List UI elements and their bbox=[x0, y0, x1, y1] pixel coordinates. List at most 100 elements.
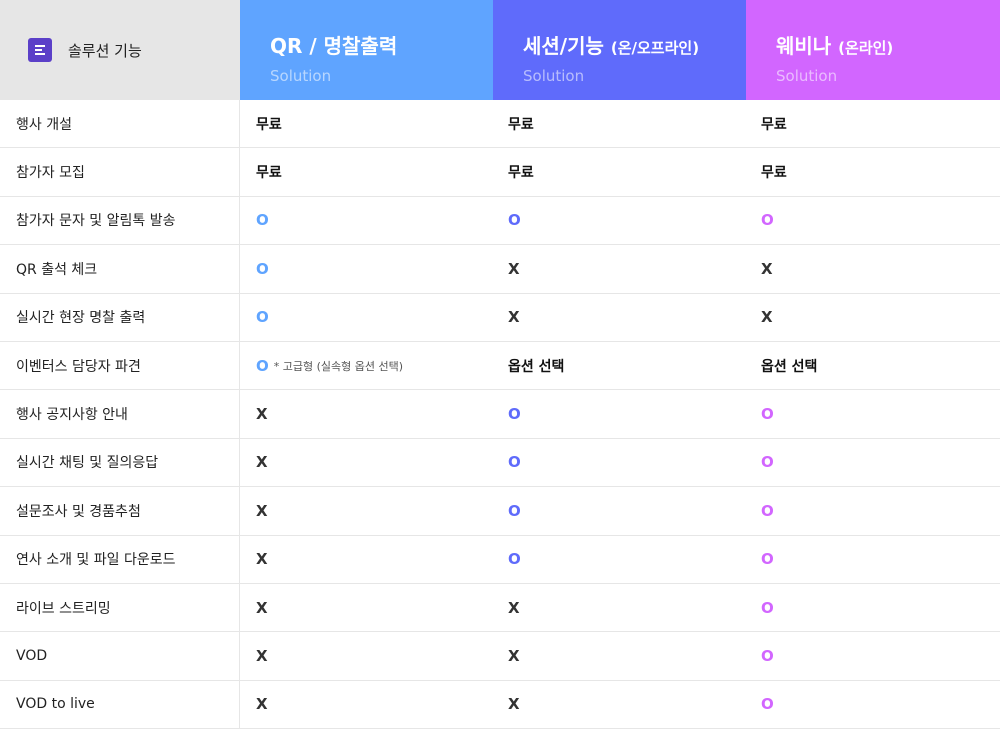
value-cell: X bbox=[746, 245, 1000, 292]
feature-label: 행사 공지사항 안내 bbox=[0, 390, 240, 438]
available-mark-icon: O bbox=[761, 550, 774, 569]
column-subtitle: Solution bbox=[776, 67, 838, 85]
free-label: 무료 bbox=[508, 116, 534, 133]
available-mark-icon: O bbox=[508, 453, 521, 472]
unavailable-mark-icon: X bbox=[508, 646, 520, 665]
table-row: 설문조사 및 경품추첨 X O O bbox=[0, 487, 1000, 536]
unavailable-mark-icon: X bbox=[761, 259, 773, 278]
value-cell: O bbox=[746, 681, 1000, 728]
unavailable-mark-icon: X bbox=[256, 501, 268, 520]
value-cell: O bbox=[493, 439, 746, 486]
table-row: 행사 개설 무료 무료 무료 bbox=[0, 100, 1000, 149]
value-cell: X bbox=[493, 294, 746, 341]
feature-label: QR 출석 체크 bbox=[0, 245, 240, 293]
table-row: 연사 소개 및 파일 다운로드 X O O bbox=[0, 535, 1000, 584]
available-mark-icon: O bbox=[256, 259, 269, 278]
feature-label: 라이브 스트리밍 bbox=[0, 583, 240, 632]
value-cell: O bbox=[240, 245, 493, 292]
value-cell: X bbox=[746, 294, 1000, 341]
value-cell: X bbox=[240, 681, 493, 728]
column-title: 세션/기능 (온/오프라인) bbox=[523, 34, 700, 58]
value-cell: 무료 bbox=[746, 148, 1000, 195]
value-cell: O * 고급형 (실속형 옵션 선택) bbox=[240, 342, 493, 389]
feature-label: 참가자 문자 및 알림톡 발송 bbox=[0, 196, 240, 245]
feature-label: VOD bbox=[0, 632, 240, 680]
available-mark-icon: O bbox=[256, 356, 269, 375]
value-cell: O bbox=[493, 390, 746, 437]
unavailable-mark-icon: X bbox=[508, 598, 520, 617]
option-label: 옵션 선택 bbox=[508, 358, 565, 375]
unavailable-mark-icon: X bbox=[508, 308, 520, 327]
table-body: 행사 개설 무료 무료 무료 참가자 모집 무료 무료 무료 참가자 문자 및 알림톡 발송 O O… bbox=[0, 100, 1000, 729]
table-row: 참가자 문자 및 알림톡 발송 O O O bbox=[0, 196, 1000, 246]
column-header-session: 세션/기능 (온/오프라인) Solution bbox=[493, 0, 746, 100]
value-cell: O bbox=[240, 197, 493, 244]
value-cell: O bbox=[240, 294, 493, 341]
value-cell: O bbox=[746, 197, 1000, 244]
solution-comparison-table: 솔루션 기능 QR / 명찰출력 Solution 세션/기능 (온/오프라인)… bbox=[0, 0, 1000, 729]
available-mark-icon: O bbox=[508, 211, 521, 230]
unavailable-mark-icon: X bbox=[256, 453, 268, 472]
table-row: 이벤터스 담당자 파견 O * 고급형 (실속형 옵션 선택) 옵션 선택 옵션 선택 bbox=[0, 341, 1000, 391]
unavailable-mark-icon: X bbox=[508, 259, 520, 278]
available-mark-icon: O bbox=[256, 308, 269, 327]
unavailable-mark-icon: X bbox=[508, 695, 520, 714]
value-cell: X bbox=[493, 245, 746, 292]
unavailable-mark-icon: X bbox=[256, 695, 268, 714]
table-row: 실시간 채팅 및 질의응답 X O O bbox=[0, 438, 1000, 488]
value-cell: X bbox=[493, 681, 746, 728]
value-cell: X bbox=[493, 584, 746, 631]
table-header: 솔루션 기능 QR / 명찰출력 Solution 세션/기능 (온/오프라인)… bbox=[0, 0, 1000, 100]
available-mark-icon: O bbox=[761, 598, 774, 617]
brand-logo-icon bbox=[28, 38, 52, 62]
table-row: QR 출석 체크 O X X bbox=[0, 245, 1000, 294]
available-mark-icon: O bbox=[761, 646, 774, 665]
value-cell: 무료 bbox=[240, 100, 493, 147]
value-cell: X bbox=[240, 439, 493, 486]
column-header-qr: QR / 명찰출력 Solution bbox=[240, 0, 493, 100]
available-mark-icon: O bbox=[508, 550, 521, 569]
feature-label: 실시간 채팅 및 질의응답 bbox=[0, 438, 240, 487]
value-cell: X bbox=[240, 487, 493, 534]
value-cell: O bbox=[746, 536, 1000, 583]
available-mark-icon: O bbox=[761, 501, 774, 520]
unavailable-mark-icon: X bbox=[256, 405, 268, 424]
value-cell: O bbox=[746, 487, 1000, 534]
value-cell: O bbox=[746, 390, 1000, 437]
value-cell: 옵션 선택 bbox=[493, 342, 746, 389]
table-row: 실시간 현장 명찰 출력 O X X bbox=[0, 293, 1000, 342]
free-label: 무료 bbox=[256, 165, 282, 182]
value-cell: 무료 bbox=[493, 100, 746, 147]
value-cell: X bbox=[240, 632, 493, 679]
table-row: VOD to live X X O bbox=[0, 680, 1000, 729]
value-cell: X bbox=[240, 584, 493, 631]
feature-header-cell: 솔루션 기능 bbox=[0, 0, 240, 100]
available-mark-icon: O bbox=[761, 453, 774, 472]
value-cell: 무료 bbox=[240, 148, 493, 195]
value-cell: O bbox=[746, 632, 1000, 679]
available-mark-icon: O bbox=[256, 211, 269, 230]
feature-label: VOD to live bbox=[0, 680, 240, 729]
option-label: 옵션 선택 bbox=[761, 358, 818, 375]
column-title: 웨비나 (온라인) bbox=[776, 34, 894, 58]
value-cell: X bbox=[240, 390, 493, 437]
available-mark-icon: O bbox=[508, 501, 521, 520]
value-cell: 무료 bbox=[746, 100, 1000, 147]
value-cell: 무료 bbox=[493, 148, 746, 195]
column-subtitle: Solution bbox=[523, 67, 585, 85]
value-cell: O bbox=[746, 584, 1000, 631]
table-row: VOD X X O bbox=[0, 632, 1000, 681]
feature-label: 참가자 모집 bbox=[0, 148, 240, 196]
value-cell: 옵션 선택 bbox=[746, 342, 1000, 389]
value-cell: O bbox=[746, 439, 1000, 486]
feature-label: 행사 개설 bbox=[0, 100, 240, 148]
value-cell: O bbox=[493, 197, 746, 244]
value-cell: X bbox=[240, 536, 493, 583]
table-row: 참가자 모집 무료 무료 무료 bbox=[0, 148, 1000, 197]
value-note: * 고급형 (실속형 옵션 선택) bbox=[273, 359, 404, 373]
column-title: QR / 명찰출력 bbox=[270, 34, 398, 58]
value-cell: O bbox=[493, 536, 746, 583]
free-label: 무료 bbox=[256, 116, 282, 133]
free-label: 무료 bbox=[508, 165, 534, 182]
free-label: 무료 bbox=[761, 116, 787, 133]
